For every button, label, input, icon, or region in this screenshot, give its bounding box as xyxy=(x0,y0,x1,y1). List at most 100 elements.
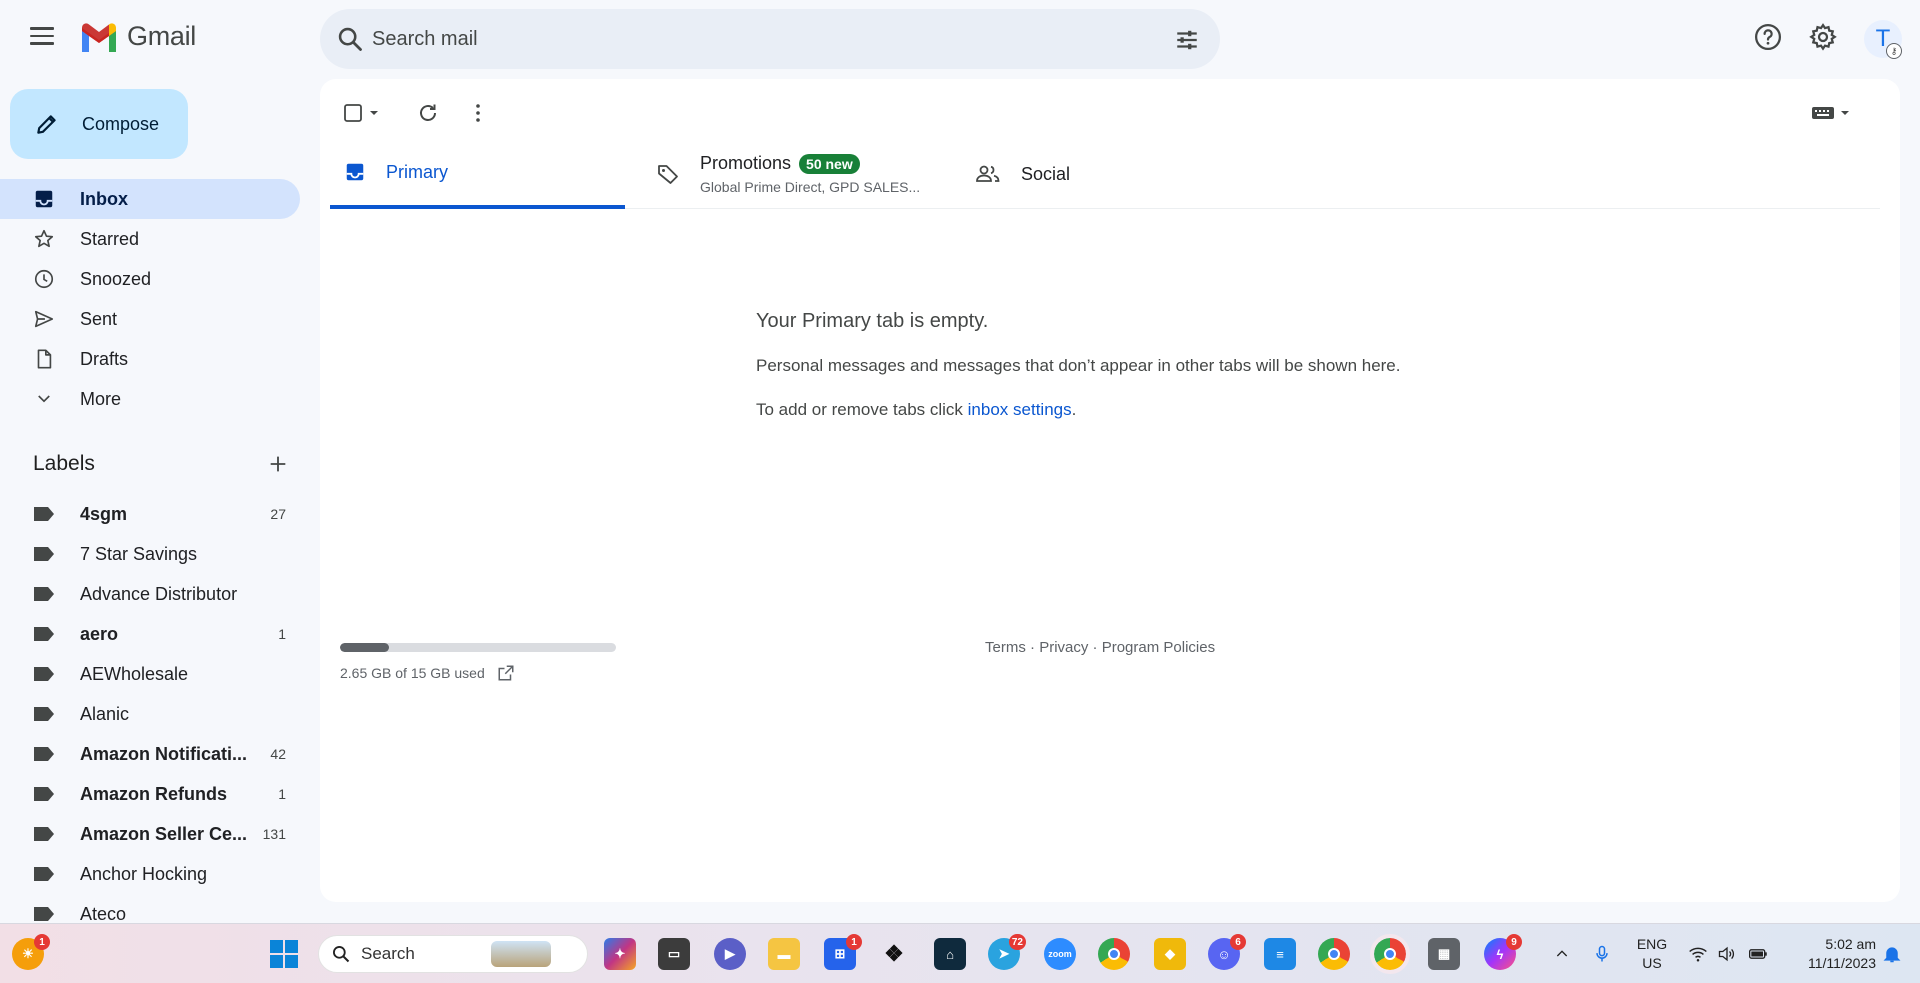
input-tools-keyboard-icon[interactable] xyxy=(1810,101,1854,125)
label-tag-icon xyxy=(34,747,54,761)
label-item[interactable]: 7 Star Savings xyxy=(0,534,300,574)
add-label-icon[interactable] xyxy=(267,453,289,475)
send-icon xyxy=(32,307,56,331)
nav-item-inbox[interactable]: Inbox xyxy=(0,179,300,219)
zoom-icon[interactable]: zoom xyxy=(1044,938,1076,970)
label-item[interactable]: Amazon Refunds 1 xyxy=(0,774,300,814)
unread-count: 27 xyxy=(270,506,286,522)
app-shield-icon[interactable]: ⌂ xyxy=(934,938,966,970)
tab-primary[interactable]: Primary xyxy=(330,139,625,209)
label-tag-icon xyxy=(34,587,54,601)
unread-count: 1 xyxy=(278,786,286,802)
teams-meet-icon[interactable]: ▶ xyxy=(714,938,746,970)
dropbox-icon[interactable]: ❖ xyxy=(878,938,910,970)
managed-account-icon: ⚷ xyxy=(1886,43,1902,59)
search-options-icon[interactable] xyxy=(1174,27,1200,53)
nav-item-drafts[interactable]: Drafts xyxy=(0,339,300,379)
program-policies-link[interactable]: Program Policies xyxy=(1102,639,1215,656)
compose-button[interactable]: Compose xyxy=(10,89,188,159)
search-bar[interactable] xyxy=(320,9,1220,69)
weather-widget-icon[interactable]: ☀ 1 xyxy=(12,934,50,970)
tab-snippet: Global Prime Direct, GPD SALES... xyxy=(700,179,921,195)
inbox-tab-icon xyxy=(346,163,364,181)
label-tag-icon xyxy=(34,827,54,841)
wifi-icon[interactable] xyxy=(1688,944,1708,964)
messenger-icon[interactable]: ϟ9 xyxy=(1484,934,1522,970)
volume-icon[interactable] xyxy=(1716,944,1738,964)
empty-state-tip: To add or remove tabs click inbox settin… xyxy=(756,400,1077,419)
tab-promotions[interactable]: Promotions 50 new Global Prime Direct, G… xyxy=(650,139,950,209)
task-view-icon[interactable]: ▭ xyxy=(658,938,690,970)
search-icon[interactable] xyxy=(336,25,364,53)
app-name: Gmail xyxy=(127,21,197,51)
inbox-settings-link[interactable]: inbox settings xyxy=(968,400,1072,419)
search-input[interactable] xyxy=(372,9,1132,69)
main-menu-button[interactable] xyxy=(30,27,54,47)
refresh-icon[interactable] xyxy=(416,101,440,125)
calculator-icon[interactable]: ▦ xyxy=(1428,938,1460,970)
mail-navigation: Inbox Starred Snoozed Sent Drafts More xyxy=(0,179,300,419)
new-count-badge: 50 new xyxy=(799,153,860,174)
unread-count: 42 xyxy=(270,746,286,762)
taskbar-search-box[interactable] xyxy=(318,935,588,973)
privacy-link[interactable]: Privacy xyxy=(1039,639,1088,656)
draft-icon xyxy=(32,347,56,371)
search-highlight-image-icon xyxy=(491,941,551,967)
nav-label: Sent xyxy=(80,308,118,329)
microsoft-store-icon[interactable]: ⊞ 1 xyxy=(824,934,862,970)
pencil-icon xyxy=(37,115,56,134)
label-item[interactable]: AEWholesale xyxy=(0,654,300,694)
people-icon xyxy=(976,165,1000,182)
storage-info: 2.65 GB of 15 GB used xyxy=(340,664,515,682)
binance-icon[interactable]: ◆ xyxy=(1154,938,1186,970)
windows-start-icon[interactable] xyxy=(268,938,300,970)
nav-label: More xyxy=(80,388,122,409)
nav-item-starred[interactable]: Starred xyxy=(0,219,300,259)
nav-label: Inbox xyxy=(80,188,128,209)
nav-item-more[interactable]: More xyxy=(0,379,300,419)
terms-link[interactable]: Terms xyxy=(985,639,1026,656)
more-options-icon[interactable] xyxy=(466,101,490,125)
label-tag-icon xyxy=(34,507,54,521)
show-hidden-icons-icon[interactable] xyxy=(1553,946,1571,962)
label-item[interactable]: aero 1 xyxy=(0,614,300,654)
notepad-icon[interactable]: ≡ xyxy=(1264,938,1296,970)
help-icon[interactable] xyxy=(1753,22,1783,52)
input-language-indicator[interactable]: ENG US xyxy=(1630,935,1674,973)
label-item[interactable]: Amazon Notificati... 42 xyxy=(0,734,300,774)
tab-label: Social xyxy=(1021,163,1071,184)
microphone-icon[interactable] xyxy=(1592,942,1612,966)
telegram-icon[interactable]: ➤ 72 xyxy=(988,934,1026,970)
label-item[interactable]: Advance Distributor xyxy=(0,574,300,614)
select-all-checkbox[interactable] xyxy=(342,101,390,125)
settings-gear-icon[interactable] xyxy=(1808,22,1838,52)
unread-count: 1 xyxy=(278,626,286,642)
notifications-bell-icon[interactable] xyxy=(1882,944,1902,964)
label-item[interactable]: Alanic xyxy=(0,694,300,734)
telegram-badge: 72 xyxy=(1008,934,1026,950)
label-item[interactable]: Anchor Hocking xyxy=(0,854,300,894)
nav-item-sent[interactable]: Sent xyxy=(0,299,300,339)
label-item[interactable]: Amazon Seller Ce... 131 xyxy=(0,814,300,854)
discord-icon[interactable]: ☺ 6 xyxy=(1208,934,1246,970)
battery-icon[interactable] xyxy=(1746,944,1770,964)
clock[interactable]: 5:02 am 11/11/2023 xyxy=(1776,935,1876,973)
empty-state-description: Personal messages and messages that don’… xyxy=(756,356,1401,375)
gmail-logo[interactable]: Gmail xyxy=(79,21,196,52)
tag-icon xyxy=(658,165,678,184)
weather-badge: 1 xyxy=(34,934,50,950)
label-item[interactable]: 4sgm 27 xyxy=(0,494,300,534)
label-tag-icon xyxy=(34,667,54,681)
chrome-profile-3-icon[interactable] xyxy=(1370,934,1410,974)
label-tag-icon xyxy=(34,787,54,801)
nav-item-snoozed[interactable]: Snoozed xyxy=(0,259,300,299)
copilot-icon[interactable]: ✦ xyxy=(604,938,636,970)
open-external-icon[interactable] xyxy=(497,664,515,682)
label-tag-icon xyxy=(34,907,54,921)
file-explorer-icon[interactable]: ▬ xyxy=(768,938,800,970)
taskbar-search-input[interactable] xyxy=(361,944,481,964)
taskbar-search-icon xyxy=(333,946,350,963)
chrome-profile-1-icon[interactable] xyxy=(1098,938,1130,970)
tab-social[interactable]: Social xyxy=(975,139,1225,209)
chrome-profile-2-icon[interactable] xyxy=(1318,938,1350,970)
